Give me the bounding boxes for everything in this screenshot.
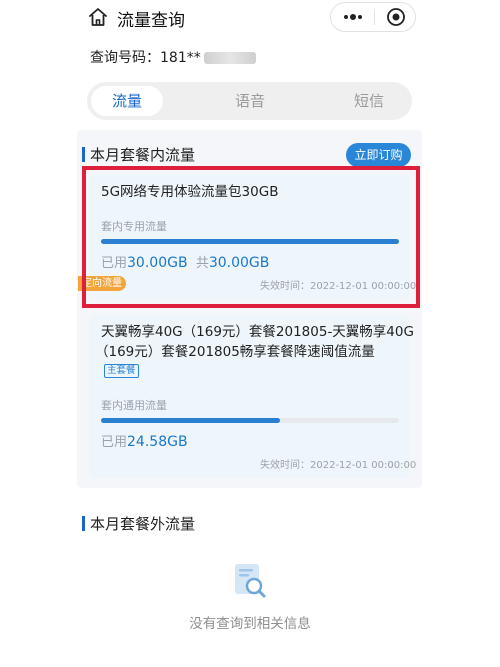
masked-number: [203, 52, 256, 64]
usage-type-label: 套内专用流量: [101, 220, 167, 233]
in-plan-title-text: 本月套餐内流量: [90, 146, 196, 164]
usage-progress-bar: [101, 239, 399, 244]
usage-summary: 已用24.58GB: [101, 431, 188, 450]
out-plan-section-title: 本月套餐外流量: [82, 513, 196, 534]
directional-traffic-tag: 定向流量: [78, 276, 126, 291]
usage-type-label: 套内通用流量: [101, 399, 167, 412]
section-accent-bar: [82, 147, 85, 162]
query-number-value: 181**: [160, 50, 201, 66]
package-name-line2: （169元）套餐201805畅享套餐降速阈值流量: [95, 344, 375, 360]
expire-time: 失效时间：2022-12-01 00:00:00: [260, 281, 417, 292]
usage-progress-fill: [101, 418, 280, 423]
usage-summary: 已用30.00GB 共30.00GB: [101, 252, 269, 271]
empty-state-text: 没有查询到相关信息: [189, 616, 311, 632]
empty-search-icon: [233, 562, 267, 600]
tab-voice[interactable]: 语音: [214, 86, 286, 116]
query-number: 查询号码：181**: [90, 47, 256, 67]
usage-progress-fill: [101, 239, 399, 244]
used-prefix: 已用: [101, 256, 128, 271]
used-value: 24.58GB: [127, 434, 188, 450]
in-plan-section-title: 本月套餐内流量: [82, 144, 196, 165]
expire-time: 失效时间：2022-12-01 00:00:00: [260, 460, 417, 471]
total-prefix: 共: [195, 256, 209, 271]
home-icon[interactable]: [87, 6, 109, 28]
out-plan-title-text: 本月套餐外流量: [90, 515, 196, 533]
usage-progress-bar: [101, 418, 399, 423]
section-accent-bar: [82, 516, 85, 531]
package-name-line1: 天翼畅享40G（169元）套餐201805-天翼畅享40G: [101, 324, 414, 340]
main-package-tag: 主套餐: [104, 364, 139, 378]
mini-program-capsule: [330, 2, 416, 32]
close-icon[interactable]: [375, 3, 416, 31]
tab-sms[interactable]: 短信: [333, 86, 405, 116]
subscribe-button[interactable]: 立即订购: [346, 143, 411, 167]
tab-data[interactable]: 流量: [91, 86, 163, 116]
header: 流量查询: [0, 0, 500, 36]
used-value: 30.00GB: [127, 255, 188, 271]
page: 流量查询 查询号码：181** 流量 语音 短信 本月套餐内流量 立即订购 5G…: [0, 0, 500, 667]
query-label: 查询号码：: [90, 50, 160, 66]
used-prefix: 已用: [101, 435, 128, 450]
package-name: 5G网络专用体验流量包30GB: [101, 184, 279, 200]
tab-bar: 流量 语音 短信: [87, 82, 412, 120]
total-value: 30.00GB: [208, 255, 270, 271]
more-icon[interactable]: [331, 3, 374, 31]
page-title: 流量查询: [117, 11, 185, 31]
